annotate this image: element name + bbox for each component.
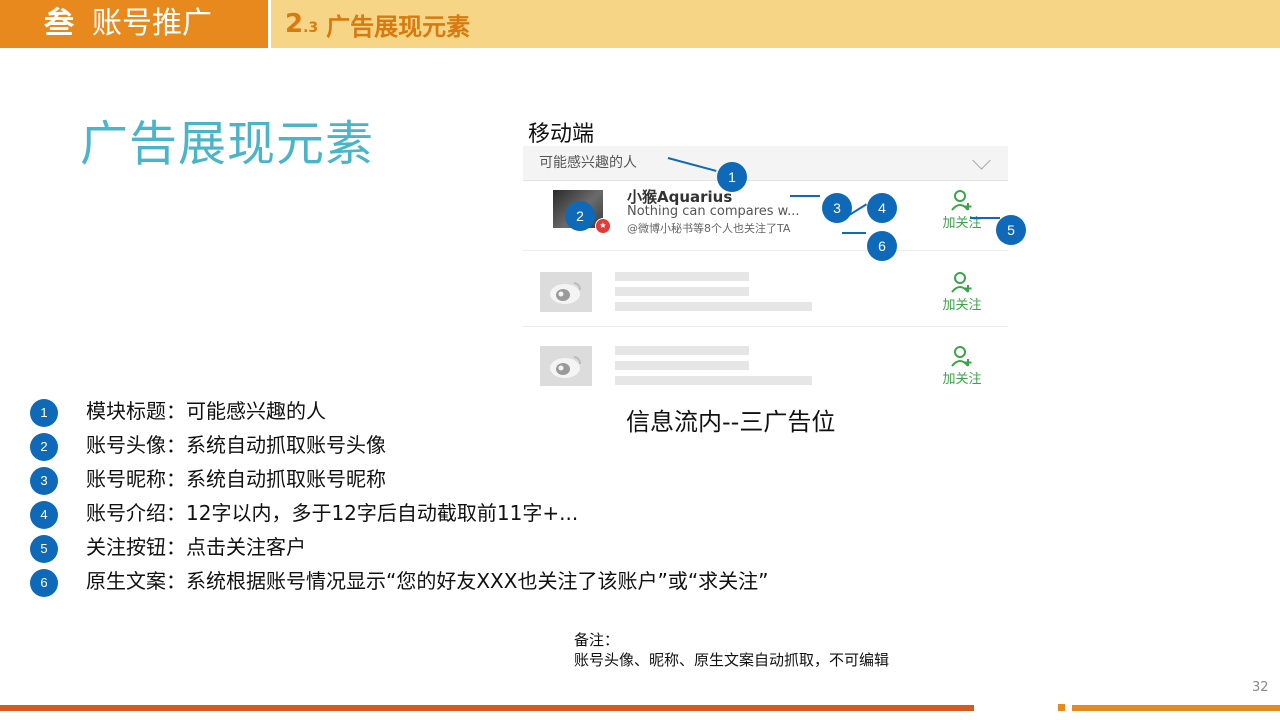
list-item: 5 关注按钮：点击关注客户: [30, 529, 650, 563]
list-item: 4 账号介绍：12字以内，多于12字后自动截取前11字+...: [30, 495, 650, 529]
legend-number: 4: [30, 501, 58, 529]
legend-list: 1 模块标题：可能感兴趣的人 2 账号头像：系统自动抓取账号头像 3 账号昵称：…: [30, 393, 769, 597]
marker-1: 1: [717, 162, 747, 192]
legend-text: 账号头像：系统自动抓取账号头像: [86, 433, 386, 457]
page-number: 32: [1252, 680, 1269, 695]
legend-number: 3: [30, 467, 58, 495]
avatar: [540, 272, 592, 312]
marker-5: 5: [996, 215, 1026, 245]
marker-4: 4: [867, 193, 897, 223]
footnote-text: 账号头像、昵称、原生文案自动抓取，不可编辑: [574, 651, 890, 669]
add-user-icon: [951, 272, 972, 293]
placeholder-line: [615, 361, 749, 370]
legend-text: 原生文案：系统根据账号情况显示“您的好友XXX也关注了该账户”或“求关注”: [86, 569, 769, 593]
subsection-title: 广告展现元素: [326, 12, 471, 41]
native-copy: @微博小秘书等8个人也关注了TA: [627, 222, 791, 235]
mockup-caption: 信息流内--三广告位: [626, 408, 836, 436]
subsection-number: 2.3: [285, 9, 319, 39]
follow-button[interactable]: 加关注: [937, 346, 987, 387]
legend-text: 模块标题：可能感兴趣的人: [86, 399, 326, 423]
add-user-icon: [951, 346, 972, 367]
chevron-down-icon[interactable]: [972, 151, 991, 170]
legend-text: 关注按钮：点击关注客户: [86, 535, 306, 559]
legend-text: 账号介绍：12字以内，多于12字后自动截取前11字+...: [86, 501, 579, 525]
marker-6: 6: [867, 231, 897, 261]
weibo-eye-icon: [550, 356, 581, 378]
account-intro: Nothing can compares w...: [627, 204, 800, 219]
placeholder-line: [615, 272, 749, 281]
placeholder-account-row: 加关注: [523, 328, 1008, 400]
footnote-label: 备注：: [574, 631, 620, 649]
page-title: 广告展现元素: [80, 116, 375, 172]
module-title: 可能感兴趣的人: [539, 155, 637, 171]
placeholder-account-row: 加关注: [523, 254, 1008, 327]
follow-button[interactable]: 加关注: [937, 272, 987, 313]
list-item: 6 原生文案：系统根据账号情况显示“您的好友XXX也关注了该账户”或“求关注”: [30, 563, 769, 597]
follow-button[interactable]: 加关注: [937, 190, 987, 231]
legend-number: 1: [30, 399, 58, 427]
follow-label: 加关注: [942, 298, 982, 313]
follow-label: 加关注: [942, 372, 982, 387]
marker-3: 3: [822, 193, 852, 223]
module-header: 可能感兴趣的人: [523, 146, 1008, 181]
section-number: 叁: [44, 6, 74, 41]
leader-line: [790, 195, 820, 197]
subsection-header: 2.3 广告展现元素: [271, 0, 1280, 48]
footer-square: [1058, 704, 1065, 711]
verified-badge-icon: ★: [595, 218, 611, 234]
legend-number: 5: [30, 535, 58, 563]
list-item: 3 账号昵称：系统自动抓取账号昵称: [30, 461, 650, 495]
section-header: 叁 账号推广: [0, 0, 268, 48]
legend-text: 账号昵称：系统自动抓取账号昵称: [86, 467, 386, 491]
placeholder-line: [615, 376, 812, 385]
recommended-account-row: ★ 小猴Aquarius Nothing can compares w... @…: [523, 182, 1008, 251]
list-item: 2 账号头像：系统自动抓取账号头像: [30, 427, 650, 461]
add-user-icon: [951, 190, 972, 211]
footer-bar: [1072, 705, 1280, 711]
leader-line: [970, 217, 1000, 219]
legend-number: 6: [30, 569, 58, 597]
legend-number: 2: [30, 433, 58, 461]
section-title: 账号推广: [92, 6, 212, 41]
list-item: 1 模块标题：可能感兴趣的人: [30, 393, 650, 427]
mobile-label: 移动端: [528, 122, 595, 147]
placeholder-line: [615, 287, 749, 296]
footnote: 备注： 账号头像、昵称、原生文案自动抓取，不可编辑: [574, 630, 889, 670]
placeholder-line: [615, 346, 749, 355]
feed-ad-mockup: 可能感兴趣的人 ★ 小猴Aquarius Nothing can compare…: [523, 146, 1008, 398]
marker-2: 2: [565, 201, 595, 231]
placeholder-line: [615, 302, 812, 311]
footer-bar: [0, 705, 974, 711]
leader-line: [842, 232, 866, 234]
weibo-eye-icon: [550, 282, 581, 304]
avatar: [540, 346, 592, 386]
